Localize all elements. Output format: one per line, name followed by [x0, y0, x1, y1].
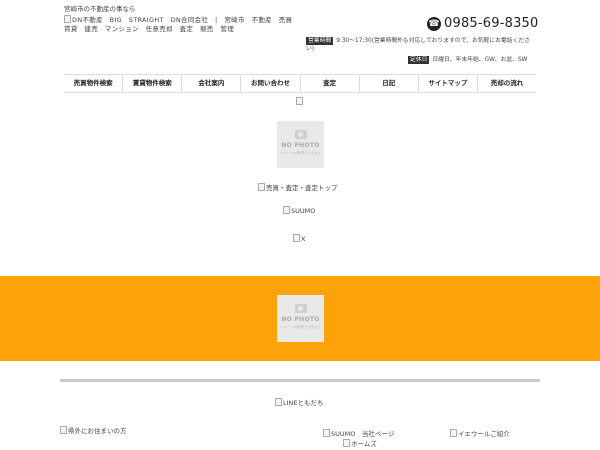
phone-number: 0985-69-8350 [444, 16, 539, 31]
no-photo-subtitle: イメージが取得できません [279, 325, 322, 329]
broken-image-icon [343, 439, 350, 447]
homes-link[interactable]: ホームズ [343, 438, 377, 448]
footer-divider [60, 379, 540, 382]
holiday-badge: 定休日 [408, 56, 430, 64]
broken-image-icon [293, 234, 300, 242]
broken-image-icon [283, 206, 290, 214]
nav-item-diary[interactable]: 日記 [360, 75, 419, 92]
out-of-prefecture-label: 県外にお住まいの方 [68, 427, 127, 435]
satei-top-label: 売買・査定・査定トップ [266, 184, 338, 192]
business-hours: 営業時間 9:30～17:30(営業時間外も対応しておりますので、お気軽にお電話く… [306, 37, 536, 53]
broken-image-icon [450, 429, 457, 437]
ieul-label: イエウールご紹介 [458, 430, 510, 438]
satei-top-link[interactable]: 売買・査定・査定トップ [258, 182, 338, 192]
camera-icon [294, 304, 307, 313]
banner-no-photo-placeholder: NO PHOTO イメージが取得できません [277, 295, 324, 342]
no-photo-title: NO PHOTO [281, 142, 320, 149]
broken-image-icon [275, 398, 282, 406]
ieul-link[interactable]: イエウールご紹介 [450, 428, 510, 438]
suumo-company-page-link[interactable]: SUUMO 当社ページ [323, 428, 394, 438]
x-label: X [301, 235, 306, 243]
hours-badge: 営業時間 [306, 37, 334, 45]
nav-item-sitemap[interactable]: サイトマップ [419, 75, 478, 92]
logo-alt-text: DN不動産 BIG STRAIGHT DN合同会社 | 宮崎市 不動産 売買 賃… [64, 16, 300, 33]
site-tagline: 宮崎市の不動産の事なら [64, 5, 136, 13]
x-link[interactable]: X [293, 234, 305, 243]
no-photo-title: NO PHOTO [281, 316, 320, 323]
broken-image-icon [296, 97, 303, 105]
nav-item-contact[interactable]: お問い合わせ [241, 75, 301, 92]
phone-contact[interactable]: ☎ 0985-69-8350 [427, 16, 539, 31]
main-nav: 売買物件検索 賃貸物件検索 会社案内 お問い合わせ 査定 日記 サイトマップ 売… [64, 74, 536, 93]
nav-item-rent-search[interactable]: 賃貸物件検索 [123, 75, 183, 92]
site-logo-link[interactable]: DN不動産 BIG STRAIGHT DN合同会社 | 宮崎市 不動産 売買 賃… [64, 15, 304, 34]
out-of-prefecture-link[interactable]: 県外にお住まいの方 [60, 425, 127, 435]
camera-icon [294, 130, 307, 139]
holiday-text: 日曜日、年末年始、GW、お盆、SW [432, 57, 528, 63]
line-friends-label: LINEともだち [283, 399, 324, 407]
broken-image-icon [60, 426, 67, 434]
suumo-link[interactable]: SUUMO [283, 206, 315, 215]
suumo-company-page-label: SUUMO 当社ページ [331, 430, 395, 438]
homes-label: ホームズ [351, 440, 377, 448]
broken-image-icon [258, 183, 265, 191]
no-photo-subtitle: イメージが取得できません [279, 151, 322, 155]
no-photo-placeholder: NO PHOTO イメージが取得できません [277, 121, 324, 168]
hours-text: 9:30～17:30(営業時間外も対応しておりますので、お気軽にお電話ください) [306, 38, 530, 52]
nav-item-sale-search[interactable]: 売買物件検索 [64, 75, 124, 92]
regular-holiday: 定休日 日曜日、年末年始、GW、お盆、SW [408, 56, 527, 64]
phone-icon: ☎ [427, 16, 441, 31]
broken-image-icon [64, 15, 71, 23]
suumo-label: SUUMO [291, 207, 316, 215]
nav-item-company[interactable]: 会社案内 [182, 75, 242, 92]
nav-item-selling-flow[interactable]: 売却の流れ [478, 75, 536, 92]
nav-item-assessment[interactable]: 査定 [301, 75, 360, 92]
line-friends-link[interactable]: LINEともだち [275, 397, 324, 407]
broken-image-icon [323, 429, 330, 437]
